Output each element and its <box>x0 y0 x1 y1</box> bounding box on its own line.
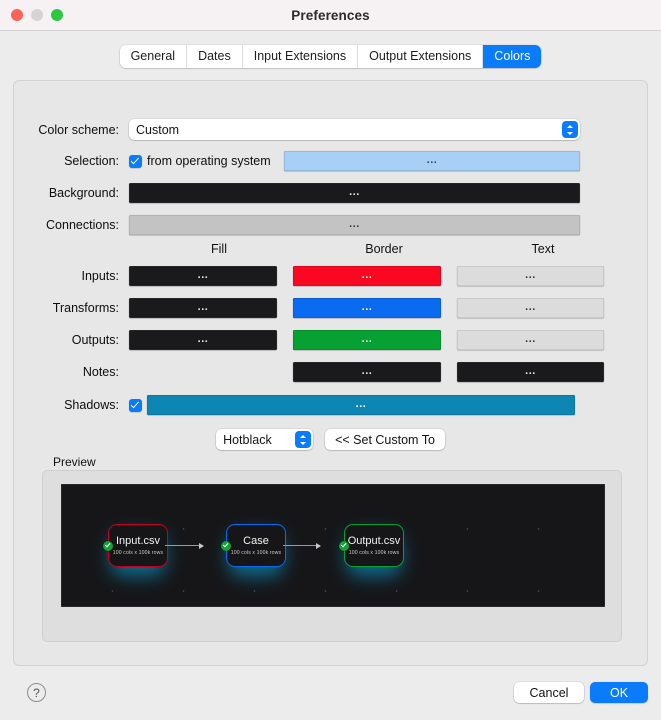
window-title: Preferences <box>291 7 370 23</box>
close-button-icon[interactable] <box>11 9 23 21</box>
background-label: Background: <box>48 186 119 200</box>
preview-node-output[interactable]: Output.csv 100 cols x 100k rows <box>339 524 404 576</box>
preview-node-input[interactable]: Input.csv 100 cols x 100k rows <box>103 524 168 576</box>
color-scheme-label: Color scheme: <box>38 122 119 137</box>
shadows-enabled-checkbox[interactable] <box>129 398 142 412</box>
color-scheme-select[interactable]: Custom <box>129 119 580 140</box>
connection-input-to-case <box>165 542 204 550</box>
inputs-text-swatch[interactable]: ... <box>457 266 604 286</box>
preview-label: Preview <box>53 455 96 469</box>
colors-settings-panel: Color scheme: Custom Selection: from ope… <box>13 80 648 666</box>
tab-input-extensions[interactable]: Input Extensions <box>242 44 359 68</box>
transforms-label: Transforms: <box>52 301 119 315</box>
preset-select[interactable]: Hotblack <box>216 429 314 450</box>
status-ok-icon <box>103 540 113 551</box>
preview-box: Input.csv 100 cols x 100k rows Case 100 … <box>42 470 622 642</box>
preset-row: Hotblack << Set Custom To <box>14 429 647 450</box>
shadows-row: Shadows: ... <box>14 395 647 415</box>
tab-general[interactable]: General <box>119 44 188 68</box>
connection-case-to-output <box>283 542 321 550</box>
node-title: Input.csv <box>115 535 161 547</box>
status-ok-icon <box>339 540 349 551</box>
node-subtitle: 100 cols x 100k rows <box>348 550 400 556</box>
column-header-text: Text <box>531 242 555 256</box>
notes-text-swatch[interactable]: ... <box>457 362 604 382</box>
outputs-fill-swatch[interactable]: ... <box>129 330 277 350</box>
window-titlebar: Preferences <box>0 0 661 31</box>
dialog-footer: ? Cancel OK <box>0 666 661 720</box>
chevron-updown-icon-preset <box>295 431 312 448</box>
transforms-fill-swatch[interactable]: ... <box>129 298 277 318</box>
background-color-swatch[interactable]: ... <box>129 183 580 203</box>
inputs-row: Inputs: ... ... ... <box>14 266 647 286</box>
minimize-button-icon[interactable] <box>31 9 43 21</box>
inputs-border-swatch[interactable]: ... <box>293 266 441 286</box>
selection-from-os-checkbox[interactable] <box>129 154 142 168</box>
preview-canvas: Input.csv 100 cols x 100k rows Case 100 … <box>61 484 605 607</box>
set-custom-to-button[interactable]: << Set Custom To <box>325 429 445 450</box>
node-title: Output.csv <box>347 535 401 547</box>
transforms-border-swatch[interactable]: ... <box>293 298 441 318</box>
preset-value: Hotblack <box>223 432 272 447</box>
traffic-light-group <box>11 9 63 21</box>
tab-group: General Dates Input Extensions Output Ex… <box>119 44 542 68</box>
outputs-border-swatch[interactable]: ... <box>293 330 441 350</box>
help-icon[interactable]: ? <box>27 683 46 702</box>
node-subtitle: 100 cols x 100k rows <box>230 550 282 556</box>
shadows-label: Shadows: <box>64 398 119 412</box>
tab-colors[interactable]: Colors <box>483 44 542 68</box>
preview-node-case[interactable]: Case 100 cols x 100k rows <box>221 524 286 576</box>
status-ok-icon <box>221 540 231 551</box>
chevron-updown-icon <box>562 121 578 138</box>
color-scheme-value: Custom <box>136 122 180 137</box>
selection-row: Selection: from operating system ... <box>14 151 647 171</box>
column-header-border: Border <box>365 242 403 256</box>
inputs-fill-swatch[interactable]: ... <box>129 266 277 286</box>
connections-row: Connections: ... <box>14 215 647 235</box>
notes-border-swatch[interactable]: ... <box>293 362 441 382</box>
column-header-fill: Fill <box>211 242 227 256</box>
node-subtitle: 100 cols x 100k rows <box>112 550 164 556</box>
transforms-row: Transforms: ... ... ... <box>14 298 647 318</box>
shadows-color-swatch[interactable]: ... <box>147 395 575 415</box>
zoom-button-icon[interactable] <box>51 9 63 21</box>
transforms-text-swatch[interactable]: ... <box>457 298 604 318</box>
connections-color-swatch[interactable]: ... <box>129 215 580 235</box>
notes-row: Notes: ... ... <box>14 362 647 382</box>
tab-bar: General Dates Input Extensions Output Ex… <box>0 31 661 75</box>
connections-label: Connections: <box>46 218 119 232</box>
preferences-window: Preferences General Dates Input Extensio… <box>0 0 661 720</box>
outputs-label: Outputs: <box>71 333 119 347</box>
inputs-label: Inputs: <box>81 269 119 283</box>
cancel-button[interactable]: Cancel <box>514 682 584 703</box>
selection-from-os-label: from operating system <box>147 154 271 168</box>
node-title: Case <box>243 535 269 547</box>
color-scheme-row: Color scheme: Custom <box>14 119 647 140</box>
tab-dates[interactable]: Dates <box>187 44 243 68</box>
ok-button[interactable]: OK <box>590 682 648 703</box>
outputs-text-swatch[interactable]: ... <box>457 330 604 350</box>
tab-output-extensions[interactable]: Output Extensions <box>358 44 484 68</box>
outputs-row: Outputs: ... ... ... <box>14 330 647 350</box>
selection-label: Selection: <box>64 154 119 168</box>
notes-label: Notes: <box>82 365 119 379</box>
background-row: Background: ... <box>14 183 647 203</box>
selection-color-swatch[interactable]: ... <box>284 151 580 171</box>
